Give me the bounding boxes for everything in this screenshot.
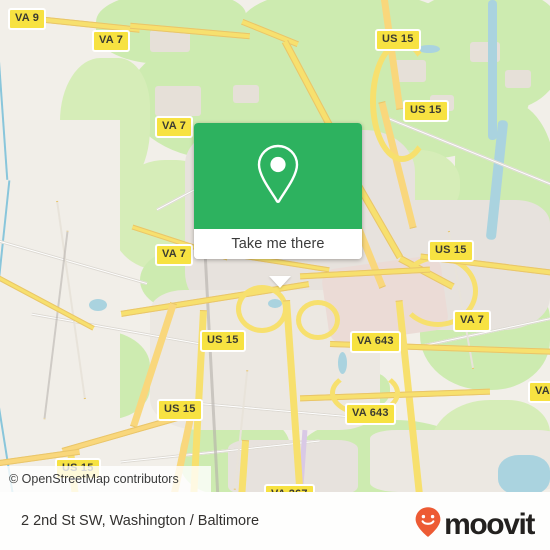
road-shield: VA 7: [155, 244, 194, 266]
callout-pin-area: [194, 123, 362, 229]
road-shield: VA 643: [350, 331, 401, 353]
road-shield: VA: [528, 381, 550, 403]
road-shield: US 15: [428, 240, 474, 262]
moovit-smiley-pin-icon: [414, 506, 442, 543]
road-shield: VA 9: [8, 8, 47, 30]
location-callout-card[interactable]: Take me there: [194, 123, 362, 288]
road-shield: VA 267: [264, 484, 315, 492]
map-pin-icon: [254, 143, 302, 210]
map-canvas[interactable]: VA 9 VA 7 US 15 US 15 VA 7 VA 7 US 15 VA 7 US 15…: [0, 0, 550, 492]
footer-bar: 2 2nd St SW, Washington / Baltimore moov…: [0, 492, 550, 550]
road-shield: VA 7: [453, 310, 492, 332]
attribution-text: © OpenStreetMap contributors: [9, 472, 179, 486]
road-shield: US 15: [157, 399, 203, 421]
map-attribution: © OpenStreetMap contributors: [0, 466, 211, 492]
take-me-there-label: Take me there: [231, 236, 325, 252]
callout-action-area[interactable]: Take me there: [194, 229, 362, 259]
road-shield: VA 7: [155, 116, 194, 138]
moovit-logo[interactable]: moovit: [414, 506, 535, 543]
road-shield: VA 643: [345, 403, 396, 425]
road-shield: US 15: [375, 29, 421, 51]
road-shield: US 15: [200, 330, 246, 352]
moovit-wordmark: moovit: [444, 507, 535, 541]
map-screenshot: VA 9 VA 7 US 15 US 15 VA 7 VA 7 US 15 VA 7 US 15…: [0, 0, 550, 550]
address-label: 2 2nd St SW, Washington / Baltimore: [21, 513, 260, 529]
callout-tail: [269, 276, 291, 288]
road-shield: US 15: [403, 100, 449, 122]
road-shield: VA 7: [92, 30, 131, 52]
